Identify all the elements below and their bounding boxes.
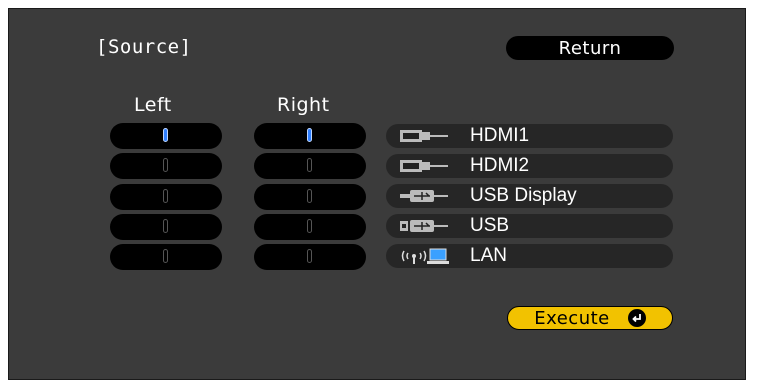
source-label: USB Display bbox=[470, 185, 577, 206]
unselected-marker bbox=[163, 189, 168, 203]
usb-icon bbox=[400, 216, 468, 236]
right-column-label: Right bbox=[277, 94, 330, 116]
source-label: HDMI2 bbox=[470, 155, 530, 176]
unselected-marker bbox=[163, 158, 168, 172]
lan-icon bbox=[400, 246, 468, 266]
enter-icon bbox=[627, 309, 646, 327]
left-slot-usb-display[interactable] bbox=[110, 184, 222, 210]
source-label: USB bbox=[470, 215, 510, 236]
right-slot-hdmi2[interactable] bbox=[254, 153, 366, 179]
execute-button[interactable]: Execute bbox=[507, 306, 673, 330]
right-slot-usb-display[interactable] bbox=[254, 184, 366, 210]
source-item-hdmi2[interactable]: HDMI2 bbox=[386, 154, 673, 178]
selected-marker bbox=[163, 128, 168, 142]
unselected-marker bbox=[307, 249, 312, 263]
left-slot-lan[interactable] bbox=[110, 244, 222, 270]
right-slot-lan[interactable] bbox=[254, 244, 366, 270]
right-slot-usb[interactable] bbox=[254, 214, 366, 240]
source-item-lan[interactable]: LAN bbox=[386, 244, 673, 268]
left-slot-hdmi1[interactable] bbox=[110, 123, 222, 149]
return-button[interactable]: Return bbox=[506, 36, 674, 60]
source-item-hdmi1[interactable]: HDMI1 bbox=[386, 124, 673, 148]
selected-marker bbox=[307, 128, 312, 142]
source-item-usb-display[interactable]: USB Display bbox=[386, 184, 673, 208]
unselected-marker bbox=[163, 219, 168, 233]
hdmi-icon bbox=[400, 156, 468, 176]
hdmi-icon bbox=[400, 126, 468, 146]
panel-title: [Source] bbox=[96, 36, 192, 58]
execute-label: Execute bbox=[534, 307, 610, 329]
left-column-label: Left bbox=[134, 94, 172, 116]
left-slot-usb[interactable] bbox=[110, 214, 222, 240]
source-label: LAN bbox=[470, 245, 507, 266]
right-slot-hdmi1[interactable] bbox=[254, 123, 366, 149]
unselected-marker bbox=[307, 158, 312, 172]
left-slot-hdmi2[interactable] bbox=[110, 153, 222, 179]
source-item-usb[interactable]: USB bbox=[386, 214, 673, 238]
unselected-marker bbox=[307, 189, 312, 203]
unselected-marker bbox=[307, 219, 312, 233]
source-label: HDMI1 bbox=[470, 125, 530, 146]
unselected-marker bbox=[163, 249, 168, 263]
usb-display-icon bbox=[400, 186, 468, 206]
